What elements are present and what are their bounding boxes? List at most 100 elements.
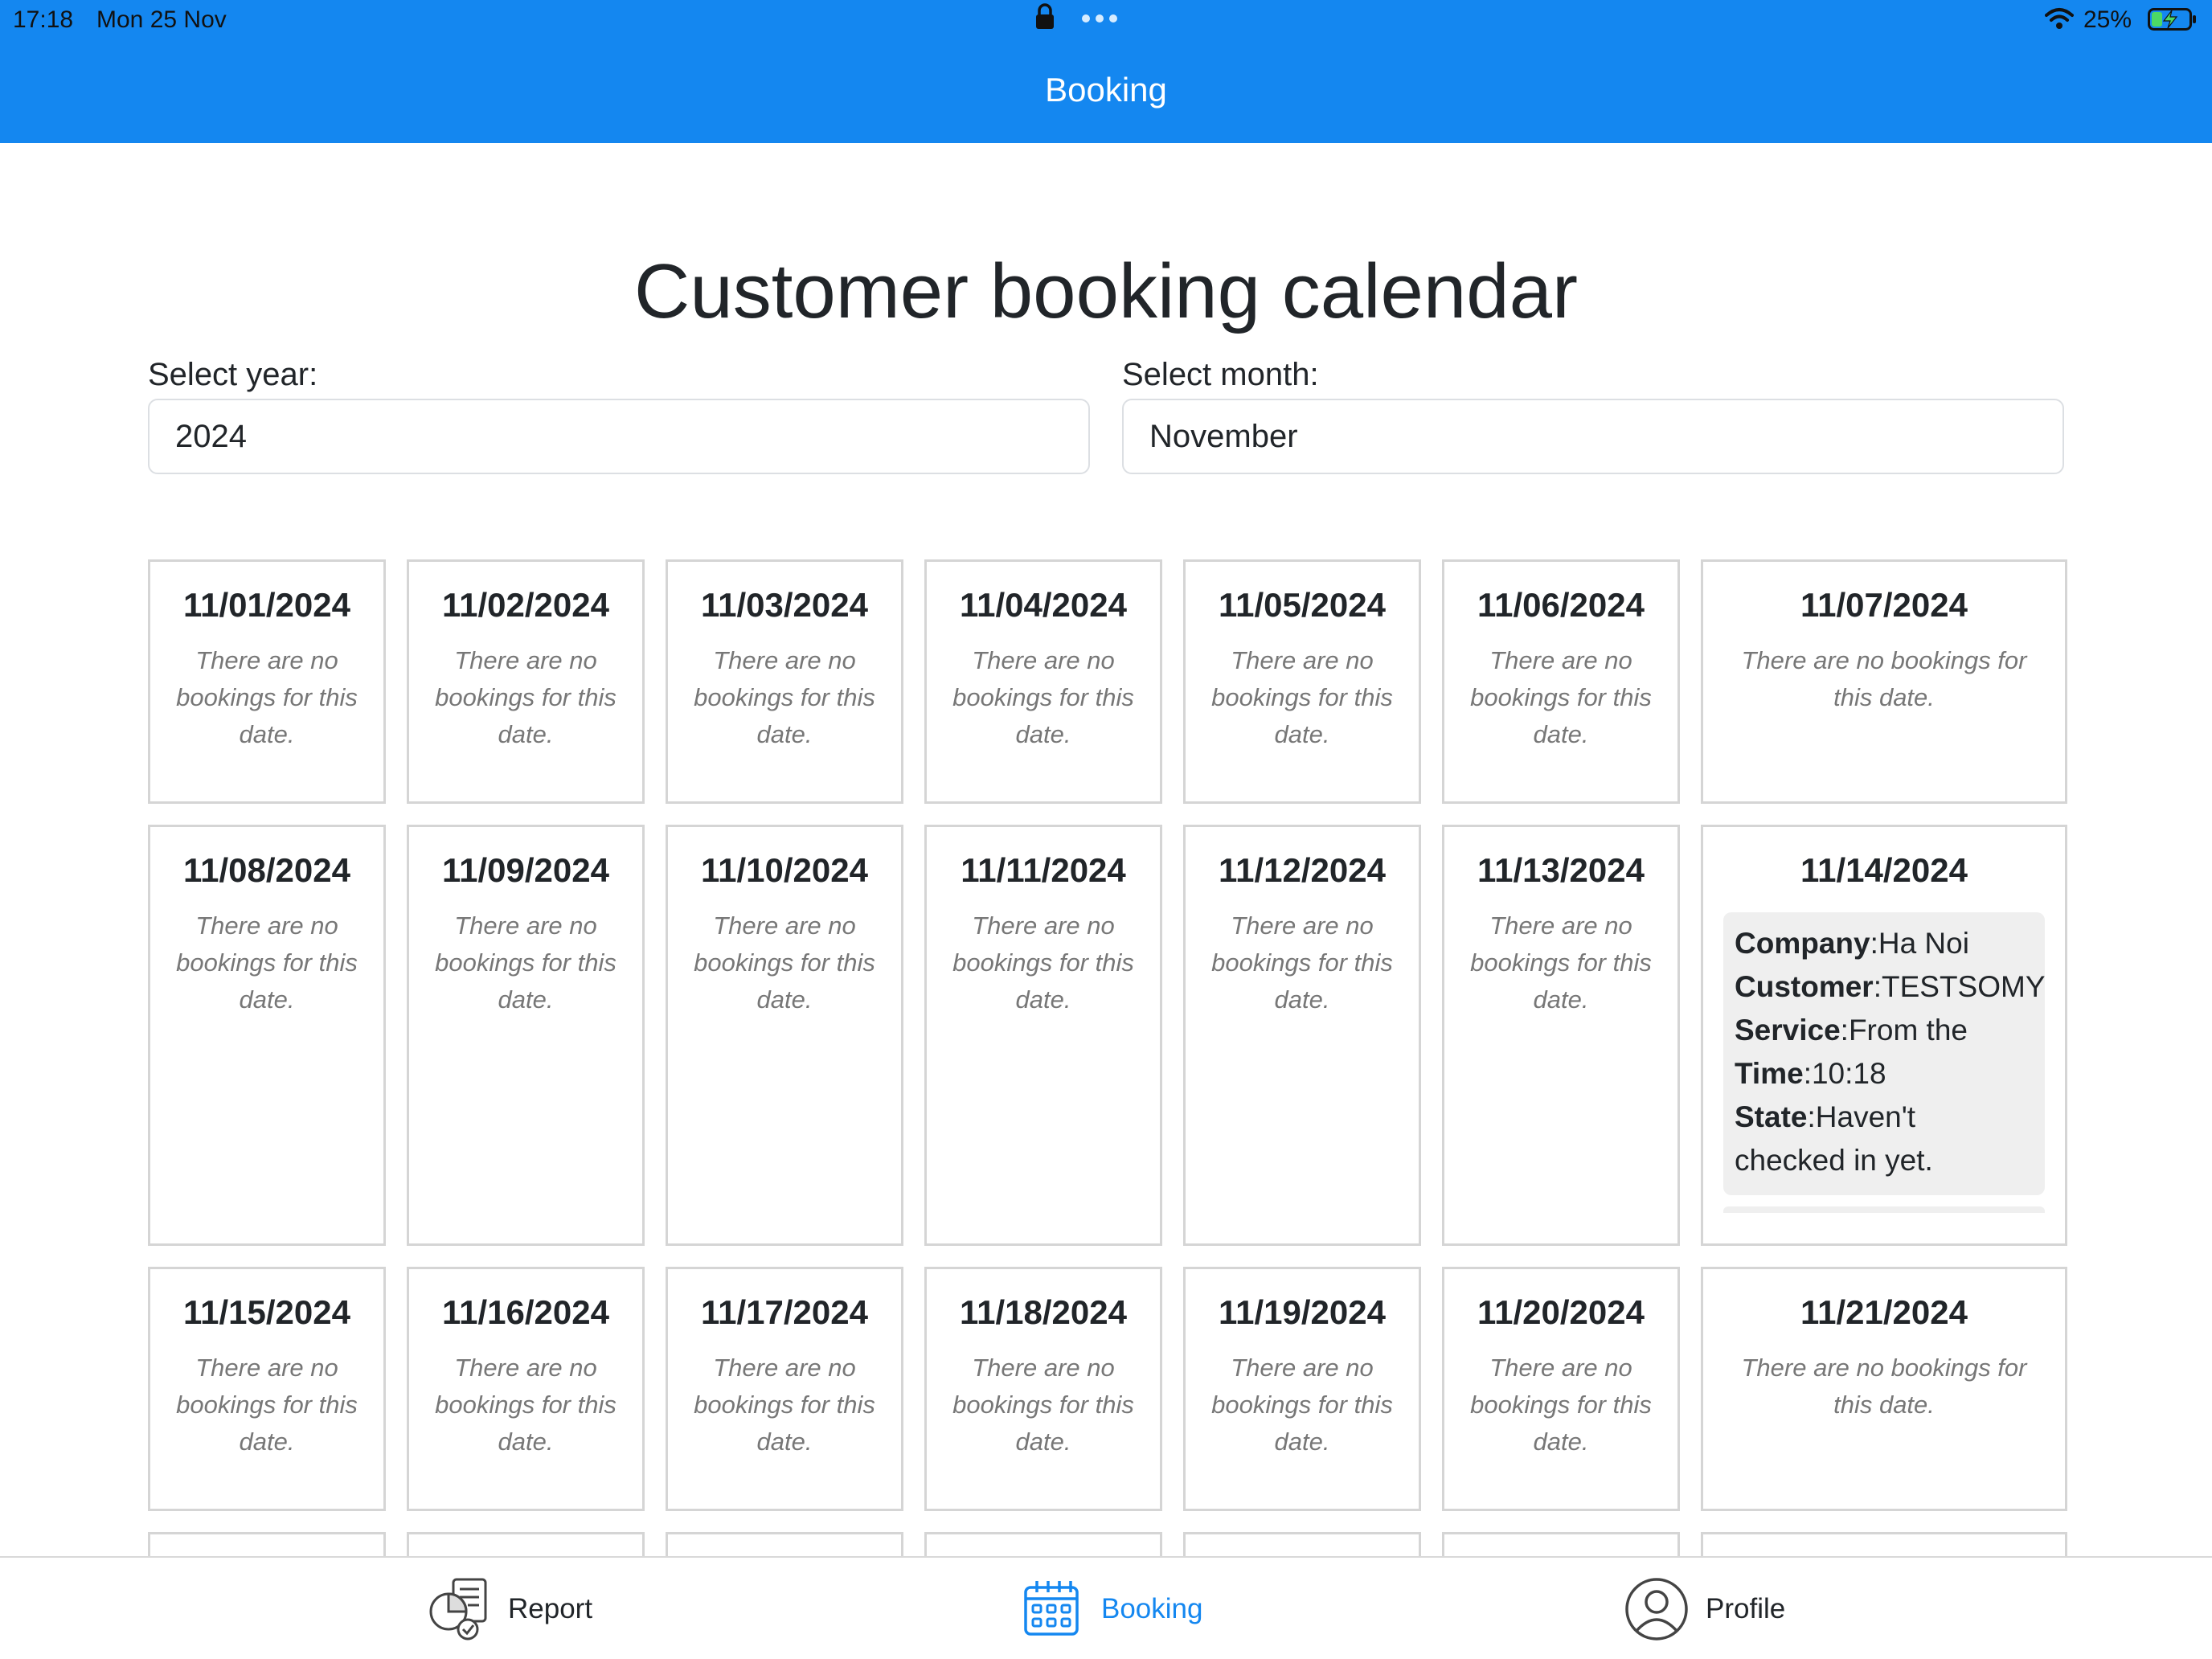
tab-booking[interactable]: Booking	[1019, 1575, 1202, 1643]
year-label: Select year:	[148, 357, 318, 392]
tab-booking-label: Booking	[1101, 1593, 1203, 1624]
no-bookings-text: There are no bookings for this date.	[176, 646, 358, 748]
day-date: 11/13/2024	[1477, 851, 1645, 889]
day-date: 11/08/2024	[183, 851, 350, 889]
no-bookings-text: There are no bookings for this date.	[952, 646, 1134, 748]
no-bookings-text: There are no bookings for this date.	[1211, 911, 1393, 1014]
status-bar: 17:18 Mon 25 Nov 25%	[0, 0, 2212, 40]
main-content[interactable]: Customer booking calendar Select year: 2…	[0, 143, 2212, 1556]
booking-time: Time:10:18	[1735, 1057, 1886, 1090]
user-icon	[1625, 1578, 1688, 1641]
tab-report[interactable]: Report	[426, 1575, 592, 1643]
day-date: 11/20/2024	[1477, 1293, 1645, 1331]
day-date: 11/12/2024	[1219, 851, 1386, 889]
day-card[interactable]: 11/05/2024 There are no bookings for this…	[1183, 559, 1421, 804]
booking-company-label: Company	[1735, 927, 1870, 960]
day-date: 11/11/2024	[961, 851, 1126, 889]
calendar-grid: 11/01/2024 There are no bookings for this…	[148, 559, 2067, 1556]
top-bar: 17:18 Mon 25 Nov 25% Booking	[0, 0, 2212, 143]
day-card[interactable]: 11/08/2024 There are no bookings for this…	[148, 825, 386, 1246]
day-card[interactable]	[148, 1532, 386, 1556]
tab-profile[interactable]: Profile	[1624, 1575, 1785, 1643]
day-card[interactable]: 11/20/2024 There are no bookings for this…	[1442, 1267, 1680, 1511]
multitasking-dots-icon[interactable]	[1082, 14, 1117, 23]
day-card[interactable]: 11/01/2024 There are no bookings for this…	[148, 559, 386, 804]
no-bookings-text: There are no bookings for this date.	[1211, 646, 1393, 748]
booking-customer: Customer:TESTSOMY	[1735, 970, 2046, 1003]
no-bookings-text: There are no bookings for this date.	[1470, 646, 1652, 748]
day-card[interactable]: 11/19/2024 There are no bookings for this…	[1183, 1267, 1421, 1511]
booking-state: State:Haven't checked in yet.	[1735, 1100, 1933, 1177]
day-card[interactable]: 11/10/2024 There are no bookings for this…	[666, 825, 903, 1246]
month-select[interactable]: November	[1122, 399, 2064, 474]
booking-service-label: Service	[1735, 1014, 1841, 1047]
day-card[interactable]	[407, 1532, 645, 1556]
no-bookings-text: There are no bookings for this date.	[176, 911, 358, 1014]
no-bookings-text: There are no bookings for this date.	[176, 1354, 358, 1456]
day-card[interactable]: 11/14/2024 Company:Ha Noi Customer:TESTSOM…	[1701, 825, 2067, 1246]
booking-service: Service:From the	[1735, 1014, 1968, 1047]
booking-company-value: Ha Noi	[1878, 927, 1969, 960]
day-card[interactable]	[1701, 1532, 2067, 1556]
booking-entry[interactable]: Company:Ha Noi Customer:TESTSOMY Service:F…	[1723, 912, 2046, 1195]
year-select[interactable]: 2024	[148, 399, 1090, 474]
day-date: 11/05/2024	[1219, 586, 1386, 624]
day-date: 11/17/2024	[701, 1293, 868, 1331]
day-card[interactable]: 11/03/2024 There are no bookings for this…	[666, 559, 903, 804]
no-bookings-text: There are no bookings for this date.	[694, 1354, 875, 1456]
day-card[interactable]: 11/16/2024 There are no bookings for this…	[407, 1267, 645, 1511]
day-card[interactable]	[1183, 1532, 1421, 1556]
booking-company: Company:Ha Noi	[1735, 927, 1969, 960]
report-icon	[429, 1578, 487, 1641]
day-date: 11/01/2024	[183, 586, 350, 624]
no-bookings-text: There are no bookings for this date.	[1741, 1354, 2027, 1419]
no-bookings-text: There are no bookings for this date.	[952, 1354, 1134, 1456]
day-date: 11/16/2024	[442, 1293, 609, 1331]
day-card[interactable]	[666, 1532, 903, 1556]
day-date: 11/15/2024	[183, 1293, 350, 1331]
booking-customer-value: TESTSOMY	[1881, 970, 2046, 1003]
day-card[interactable]	[924, 1532, 1162, 1556]
status-date: Mon 25 Nov	[96, 6, 227, 33]
day-card[interactable]: 11/13/2024 There are no bookings for this…	[1442, 825, 1680, 1246]
day-date: 11/02/2024	[442, 586, 609, 624]
day-card[interactable]	[1442, 1532, 1680, 1556]
booking-entry-next	[1723, 1206, 2045, 1213]
day-card[interactable]: 11/02/2024 There are no bookings for this…	[407, 559, 645, 804]
day-card[interactable]: 11/21/2024 There are no bookings for this…	[1701, 1267, 2067, 1511]
day-date: 11/07/2024	[1800, 586, 1968, 624]
day-card[interactable]: 11/11/2024 There are no bookings for this…	[924, 825, 1162, 1246]
day-date: 11/14/2024	[1800, 851, 1968, 889]
app-screen: 17:18 Mon 25 Nov 25% Booking Customer bo…	[0, 0, 2212, 1659]
calendar-icon	[1024, 1581, 1079, 1636]
day-card[interactable]: 11/04/2024 There are no bookings for this…	[924, 559, 1162, 804]
day-date: 11/19/2024	[1219, 1293, 1386, 1331]
no-bookings-text: There are no bookings for this date.	[1741, 646, 2027, 711]
no-bookings-text: There are no bookings for this date.	[435, 1354, 616, 1456]
day-card[interactable]: 11/06/2024 There are no bookings for this…	[1442, 559, 1680, 804]
day-date: 11/10/2024	[701, 851, 868, 889]
day-card[interactable]: 11/17/2024 There are no bookings for this…	[666, 1267, 903, 1511]
day-date: 11/03/2024	[701, 586, 868, 624]
no-bookings-text: There are no bookings for this date.	[694, 911, 875, 1014]
booking-customer-label: Customer	[1735, 970, 1874, 1003]
battery-percentage: 25%	[2083, 6, 2132, 33]
battery-charging-icon	[2148, 8, 2196, 31]
booking-time-value: 10:18	[1811, 1057, 1886, 1090]
day-date: 11/18/2024	[960, 1293, 1127, 1331]
no-bookings-text: There are no bookings for this date.	[435, 646, 616, 748]
day-card[interactable]: 11/12/2024 There are no bookings for this…	[1183, 825, 1421, 1246]
nav-title: Booking	[1045, 71, 1167, 109]
status-time: 17:18	[13, 6, 74, 33]
booking-service-value: From the	[1848, 1014, 1968, 1047]
day-date: 11/06/2024	[1477, 586, 1645, 624]
day-card[interactable]: 11/18/2024 There are no bookings for this…	[924, 1267, 1162, 1511]
page-title: Customer booking calendar	[634, 248, 1578, 334]
day-date: 11/09/2024	[442, 851, 609, 889]
day-card[interactable]: 11/15/2024 There are no bookings for this…	[148, 1267, 386, 1511]
no-bookings-text: There are no bookings for this date.	[1470, 1354, 1652, 1456]
day-card[interactable]: 11/07/2024 There are no bookings for this…	[1701, 559, 2067, 804]
tab-profile-label: Profile	[1706, 1593, 1786, 1624]
day-card[interactable]: 11/09/2024 There are no bookings for this…	[407, 825, 645, 1246]
no-bookings-text: There are no bookings for this date.	[435, 911, 616, 1014]
